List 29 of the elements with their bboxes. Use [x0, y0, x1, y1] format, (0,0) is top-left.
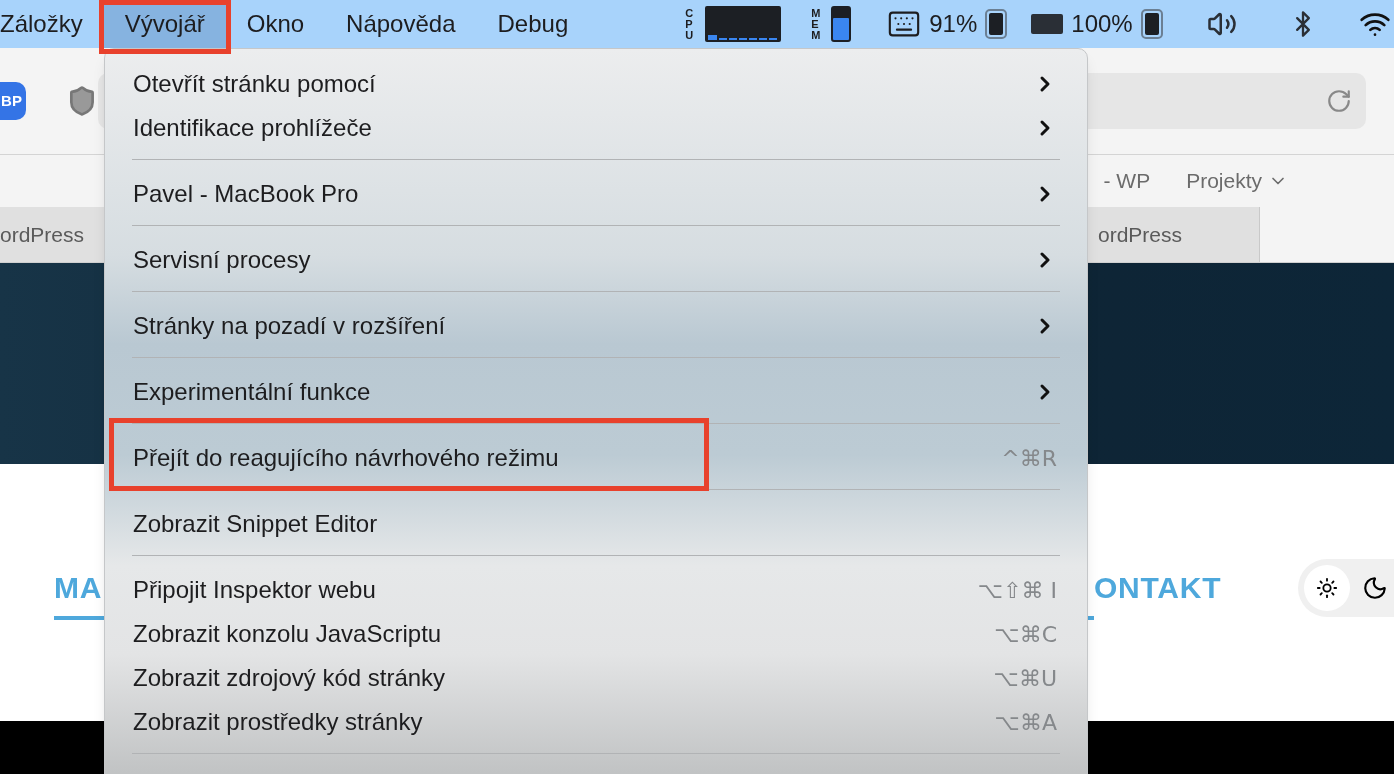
memory-label: MEM — [811, 7, 822, 41]
menu-item[interactable]: Identifikace prohlížeče — [105, 106, 1087, 150]
menu-bar-item[interactable]: Okno — [225, 0, 326, 48]
menu-bar-item[interactable]: Debug — [476, 0, 590, 48]
menu-item[interactable]: Zobrazit konzolu JavaScriptu ⌥⌘C — [105, 612, 1087, 656]
menu-item[interactable]: Zobrazit prostředky stránky ⌥⌘A — [105, 700, 1087, 744]
shortcut-label: ⌥⌘C — [994, 620, 1057, 649]
menu-item[interactable]: Zobrazit Snippet Editor — [105, 502, 1087, 546]
shortcut-label: ⌥⇧⌘ I — [977, 576, 1057, 605]
menu-item[interactable]: Pavel - MacBook Pro — [105, 172, 1087, 216]
menu-item[interactable]: Servisní procesy — [105, 238, 1087, 282]
bookmark-link[interactable]: Projekty — [1186, 165, 1288, 197]
cpu-label: CPU — [685, 7, 695, 41]
menu-item[interactable]: Přejít do reagujícího návrhového režimu ^⌘R — [105, 436, 1087, 480]
menu-item[interactable]: Stránky na pozadí v rozšíření — [105, 304, 1087, 348]
battery-percent: 91% — [929, 9, 978, 39]
shortcut-label: ⌥⌘A — [994, 708, 1057, 737]
menu-item[interactable]: Otevřít stránku pomocí — [105, 62, 1087, 106]
battery-percent: 100% — [1071, 9, 1133, 39]
menu-bar-item[interactable]: Nápověda — [325, 0, 477, 48]
shortcut-label: ⌥⌘U — [993, 664, 1057, 693]
extension-badge[interactable]: BP — [0, 82, 26, 120]
shortcut-label: ^⌘R — [1001, 444, 1057, 473]
menu-bar-item[interactable]: Záložky — [0, 0, 104, 48]
menu-item[interactable]: Experimentální funkce — [105, 370, 1087, 414]
bookmark-link[interactable]: - WP — [1103, 165, 1151, 197]
menu-item[interactable]: Připojit Inspektor webu ⌥⇧⌘ I — [105, 568, 1087, 612]
browser-tab[interactable]: ordPress — [1088, 207, 1260, 262]
menu-item[interactable]: Zobrazit zdrojový kód stránky ⌥⌘U — [105, 656, 1087, 700]
